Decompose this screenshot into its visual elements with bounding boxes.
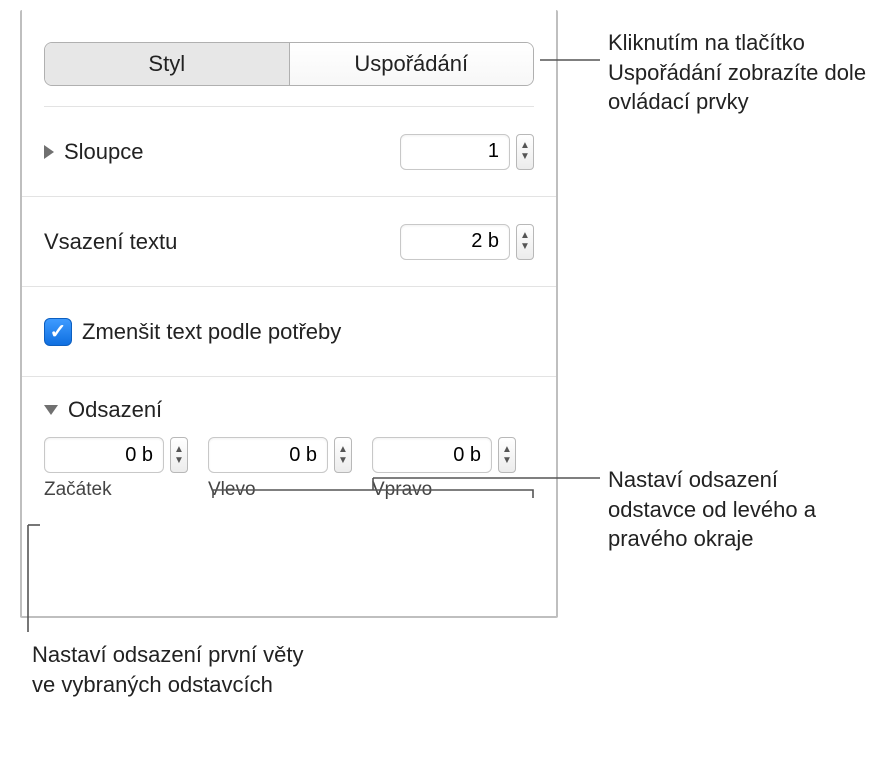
columns-label: Sloupce bbox=[64, 139, 144, 165]
indent-first-input[interactable] bbox=[44, 437, 164, 473]
arrow-up-icon[interactable]: ▲ bbox=[499, 445, 515, 455]
tab-bar: Styl Uspořádání bbox=[44, 42, 534, 86]
indent-first-label: Začátek bbox=[44, 479, 188, 501]
columns-stepper-arrows[interactable]: ▲ ▼ bbox=[516, 134, 534, 170]
arrow-up-icon[interactable]: ▲ bbox=[335, 445, 351, 455]
indent-left-arrows[interactable]: ▲ ▼ bbox=[334, 437, 352, 473]
columns-input[interactable] bbox=[400, 134, 510, 170]
chevron-down-icon[interactable] bbox=[44, 405, 58, 415]
shrink-text-checkbox[interactable]: ✓ bbox=[44, 318, 72, 346]
indent-right-col: ▲ ▼ Vpravo bbox=[372, 437, 516, 501]
indent-right-input[interactable] bbox=[372, 437, 492, 473]
columns-row: Sloupce ▲ ▼ bbox=[22, 107, 556, 197]
text-inset-label-wrap: Vsazení textu bbox=[44, 229, 177, 255]
shrink-text-row: ✓ Zmenšit text podle potřeby bbox=[22, 287, 556, 377]
tab-style[interactable]: Styl bbox=[45, 43, 290, 85]
columns-label-wrap: Sloupce bbox=[44, 139, 144, 165]
text-inset-input[interactable] bbox=[400, 224, 510, 260]
arrow-down-icon[interactable]: ▼ bbox=[517, 152, 533, 162]
columns-stepper: ▲ ▼ bbox=[400, 134, 534, 170]
text-inset-row: Vsazení textu ▲ ▼ bbox=[22, 197, 556, 287]
text-inset-stepper: ▲ ▼ bbox=[400, 224, 534, 260]
indent-first-col: ▲ ▼ Začátek bbox=[44, 437, 188, 501]
indent-section: Odsazení ▲ ▼ Začátek ▲ ▼ bbox=[22, 377, 556, 523]
chevron-right-icon[interactable] bbox=[44, 145, 54, 159]
callout-layout: Kliknutím na tlačítko Uspořádání zobrazí… bbox=[608, 28, 868, 117]
indent-right-stepper: ▲ ▼ bbox=[372, 437, 516, 473]
arrow-up-icon[interactable]: ▲ bbox=[517, 231, 533, 241]
shrink-text-label: Zmenšit text podle potřeby bbox=[82, 319, 341, 345]
indent-first-stepper: ▲ ▼ bbox=[44, 437, 188, 473]
tab-layout-label: Uspořádání bbox=[354, 51, 468, 77]
callout-first-line: Nastaví odsazení první věty ve vybraných… bbox=[32, 640, 332, 699]
indent-title: Odsazení bbox=[68, 397, 162, 423]
tab-style-label: Styl bbox=[148, 51, 185, 77]
arrow-up-icon[interactable]: ▲ bbox=[171, 445, 187, 455]
indent-left-col: ▲ ▼ Vlevo bbox=[208, 437, 352, 501]
indent-right-arrows[interactable]: ▲ ▼ bbox=[498, 437, 516, 473]
indent-row: ▲ ▼ Začátek ▲ ▼ Vlevo bbox=[44, 437, 534, 501]
indent-left-input[interactable] bbox=[208, 437, 328, 473]
arrow-down-icon[interactable]: ▼ bbox=[335, 456, 351, 466]
arrow-down-icon[interactable]: ▼ bbox=[517, 242, 533, 252]
text-inset-stepper-arrows[interactable]: ▲ ▼ bbox=[516, 224, 534, 260]
indent-title-wrap: Odsazení bbox=[44, 397, 534, 423]
indent-left-stepper: ▲ ▼ bbox=[208, 437, 352, 473]
format-panel: Styl Uspořádání Sloupce ▲ ▼ Vsazení text… bbox=[20, 10, 558, 618]
shrink-text-label-wrap: ✓ Zmenšit text podle potřeby bbox=[44, 318, 341, 346]
arrow-down-icon[interactable]: ▼ bbox=[499, 456, 515, 466]
arrow-down-icon[interactable]: ▼ bbox=[171, 456, 187, 466]
tab-layout[interactable]: Uspořádání bbox=[290, 43, 534, 85]
indent-left-label: Vlevo bbox=[208, 479, 352, 501]
indent-first-arrows[interactable]: ▲ ▼ bbox=[170, 437, 188, 473]
arrow-up-icon[interactable]: ▲ bbox=[517, 141, 533, 151]
text-inset-label: Vsazení textu bbox=[44, 229, 177, 255]
callout-left-right: Nastaví odsazení odstavce od levého a pr… bbox=[608, 465, 868, 554]
indent-right-label: Vpravo bbox=[372, 479, 516, 501]
